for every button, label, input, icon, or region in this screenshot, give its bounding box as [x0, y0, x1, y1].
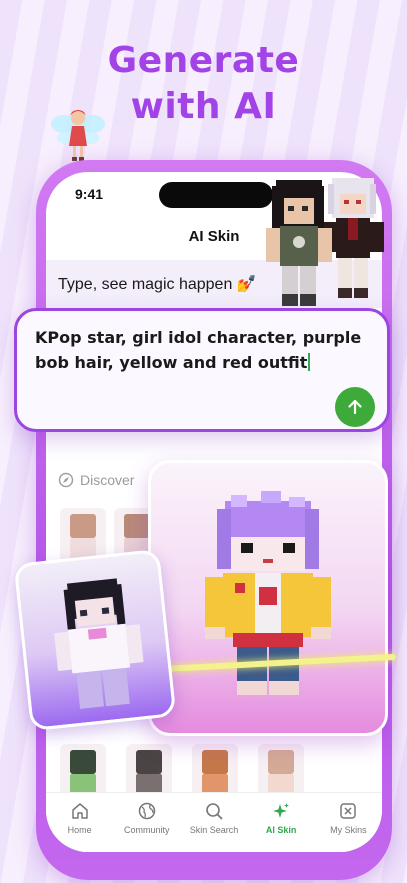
- dynamic-island: [159, 182, 273, 208]
- fairy-illustration: [51, 110, 105, 161]
- tab-skin-search[interactable]: Skin Search: [182, 801, 246, 852]
- skin-preview-card-small[interactable]: [13, 548, 177, 732]
- tab-bar: Home Community Skin Search AI Skin My Sk…: [46, 792, 382, 852]
- headline-line-1: Generate: [107, 40, 300, 81]
- search-icon: [206, 803, 223, 820]
- compass-icon: [58, 472, 74, 488]
- sparkles-icon: [273, 803, 290, 818]
- home-icon: [71, 803, 88, 819]
- tab-home-label: Home: [67, 825, 92, 835]
- character-duo-illustration: [266, 178, 384, 306]
- tab-my-skins[interactable]: My Skins: [316, 801, 380, 852]
- globe-icon: [138, 802, 156, 820]
- tab-ai-skin-label: AI Skin: [265, 825, 297, 835]
- arrow-up-icon: [348, 399, 362, 415]
- prompt-input-card[interactable]: KPop star, girl idol character, purple b…: [14, 308, 390, 432]
- tab-skin-search-label: Skin Search: [189, 825, 239, 835]
- kpop-skin-illustration: [205, 491, 331, 695]
- tab-community-label: Community: [124, 825, 170, 835]
- nail-polish-emoji: 💅: [236, 276, 257, 293]
- text-caret: [308, 353, 311, 371]
- tab-home[interactable]: Home: [48, 801, 112, 852]
- discover-section[interactable]: Discover: [58, 472, 134, 488]
- discover-label: Discover: [80, 472, 135, 488]
- skins-icon: [340, 803, 357, 819]
- prompt-hint-text: Type, see magic happen: [58, 276, 233, 293]
- tab-ai-skin[interactable]: AI Skin: [249, 801, 313, 852]
- tab-my-skins-label: My Skins: [330, 825, 367, 835]
- send-button[interactable]: [335, 387, 375, 427]
- status-time: 9:41: [75, 186, 104, 202]
- tab-community[interactable]: Community: [115, 801, 179, 852]
- prompt-input[interactable]: KPop star, girl idol character, purple b…: [35, 325, 375, 375]
- black-hair-skin-illustration: [54, 578, 144, 709]
- generated-skin-preview[interactable]: [148, 460, 388, 736]
- prompt-input-value: KPop star, girl idol character, purple b…: [35, 328, 362, 372]
